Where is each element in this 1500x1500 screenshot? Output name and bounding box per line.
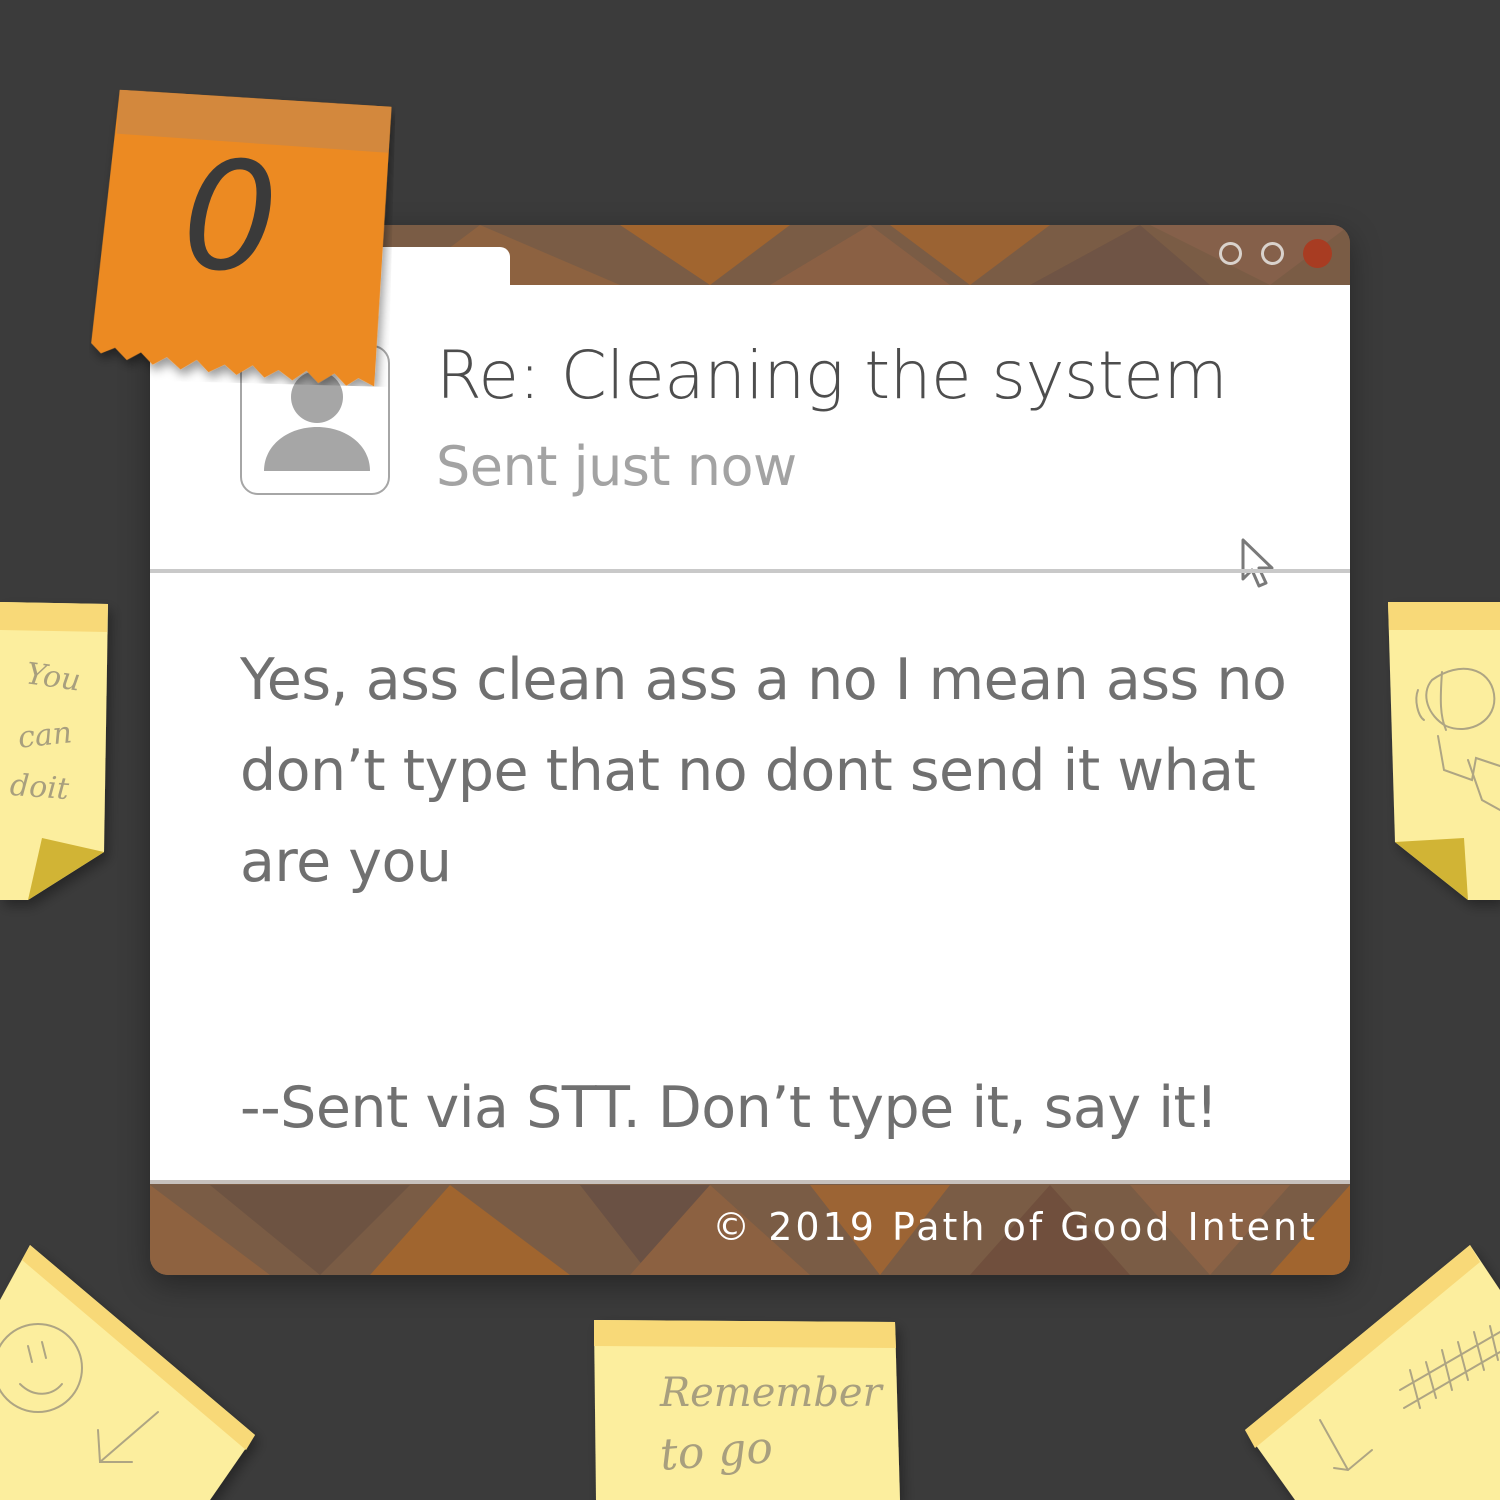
maximize-button[interactable] <box>1261 242 1284 265</box>
copyright-text: © 2019 Path of Good Intent <box>712 1205 1318 1249</box>
bottom-right-sticky-note <box>1245 1245 1500 1500</box>
window-controls <box>1219 239 1332 268</box>
mouse-pointer-icon <box>1241 538 1274 588</box>
left-note-line-3: doit <box>8 767 71 808</box>
left-note-line-2: can <box>16 715 74 756</box>
scene: Re: Cleaning the system Sent just now Ye… <box>0 0 1500 1500</box>
bottom-note-line-1: Remember <box>660 1370 882 1416</box>
message-panel: Re: Cleaning the system Sent just now Ye… <box>150 285 1350 1182</box>
email-body: Yes, ass clean ass a no I mean ass no do… <box>240 635 1290 908</box>
footer-divider <box>150 1180 1350 1184</box>
left-note-line-1: You <box>23 656 83 699</box>
right-sticky-note <box>1388 602 1500 900</box>
sent-status: Sent just now <box>436 435 797 498</box>
bottom-left-sticky-note <box>0 1245 255 1500</box>
email-body-text: Yes, ass clean ass a no I mean ass no do… <box>240 647 1287 895</box>
email-signature: --Sent via STT. Don’t type it, say it! <box>240 1075 1218 1141</box>
minimize-button[interactable] <box>1219 242 1242 265</box>
header-divider <box>150 569 1350 573</box>
email-subject: Re: Cleaning the system <box>436 337 1228 414</box>
close-button[interactable] <box>1303 239 1332 268</box>
counter-value: 0 <box>180 129 281 306</box>
bottom-note-line-2: to go <box>658 1422 775 1481</box>
counter-sticky-note: 0 <box>88 89 395 387</box>
